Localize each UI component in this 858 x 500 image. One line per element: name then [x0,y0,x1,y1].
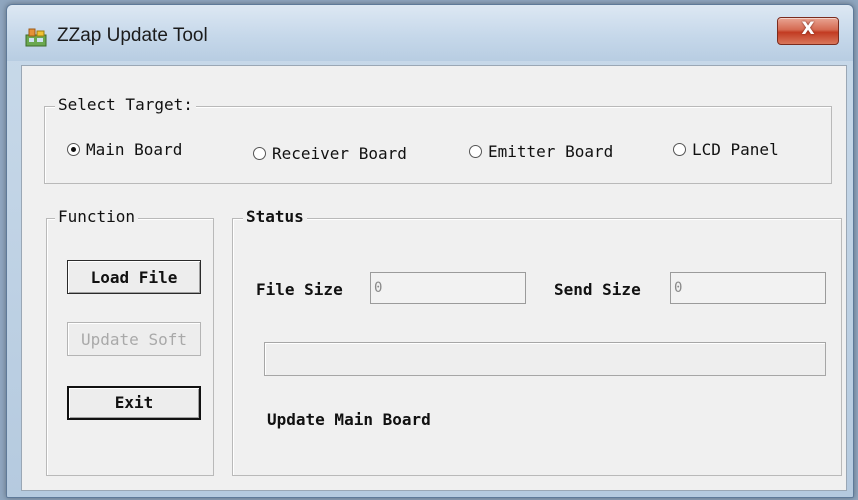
upload-progress-bar [264,342,826,376]
status-label: Status [243,207,307,226]
dialog-client-area: Select Target: Main Board Receiver Board… [21,65,847,491]
radio-unchecked-icon [469,145,482,158]
file-size-field[interactable]: 0 [370,272,526,304]
select-target-label: Select Target: [55,95,196,114]
radio-unchecked-icon [673,143,686,156]
update-soft-button[interactable]: Update Soft [67,322,201,356]
send-size-field[interactable]: 0 [670,272,826,304]
title-bar[interactable]: ZZap Update Tool X [7,5,853,61]
radio-checked-icon [67,143,80,156]
send-size-label: Send Size [554,280,641,299]
radio-lcd-panel[interactable]: LCD Panel [673,140,779,159]
file-size-label: File Size [256,280,343,299]
radio-emitter-board[interactable]: Emitter Board [469,142,613,161]
function-label: Function [55,207,139,226]
radio-receiver-board[interactable]: Receiver Board [253,144,407,163]
radio-receiver-board-label: Receiver Board [272,144,407,163]
app-window: ZZap Update Tool X Select Target: Main B… [6,4,854,498]
window-title: ZZap Update Tool [57,25,208,46]
select-target-group: Select Target: Main Board Receiver Board… [44,95,832,184]
radio-unchecked-icon [253,147,266,160]
app-icon [25,28,47,47]
close-button[interactable]: X [777,17,839,45]
status-message: Update Main Board [267,410,431,429]
close-icon: X [801,19,815,39]
radio-lcd-panel-label: LCD Panel [692,140,779,159]
radio-main-board[interactable]: Main Board [67,140,182,159]
load-file-button[interactable]: Load File [67,260,201,294]
radio-emitter-board-label: Emitter Board [488,142,614,161]
exit-button[interactable]: Exit [67,386,201,420]
radio-main-board-label: Main Board [86,140,183,159]
